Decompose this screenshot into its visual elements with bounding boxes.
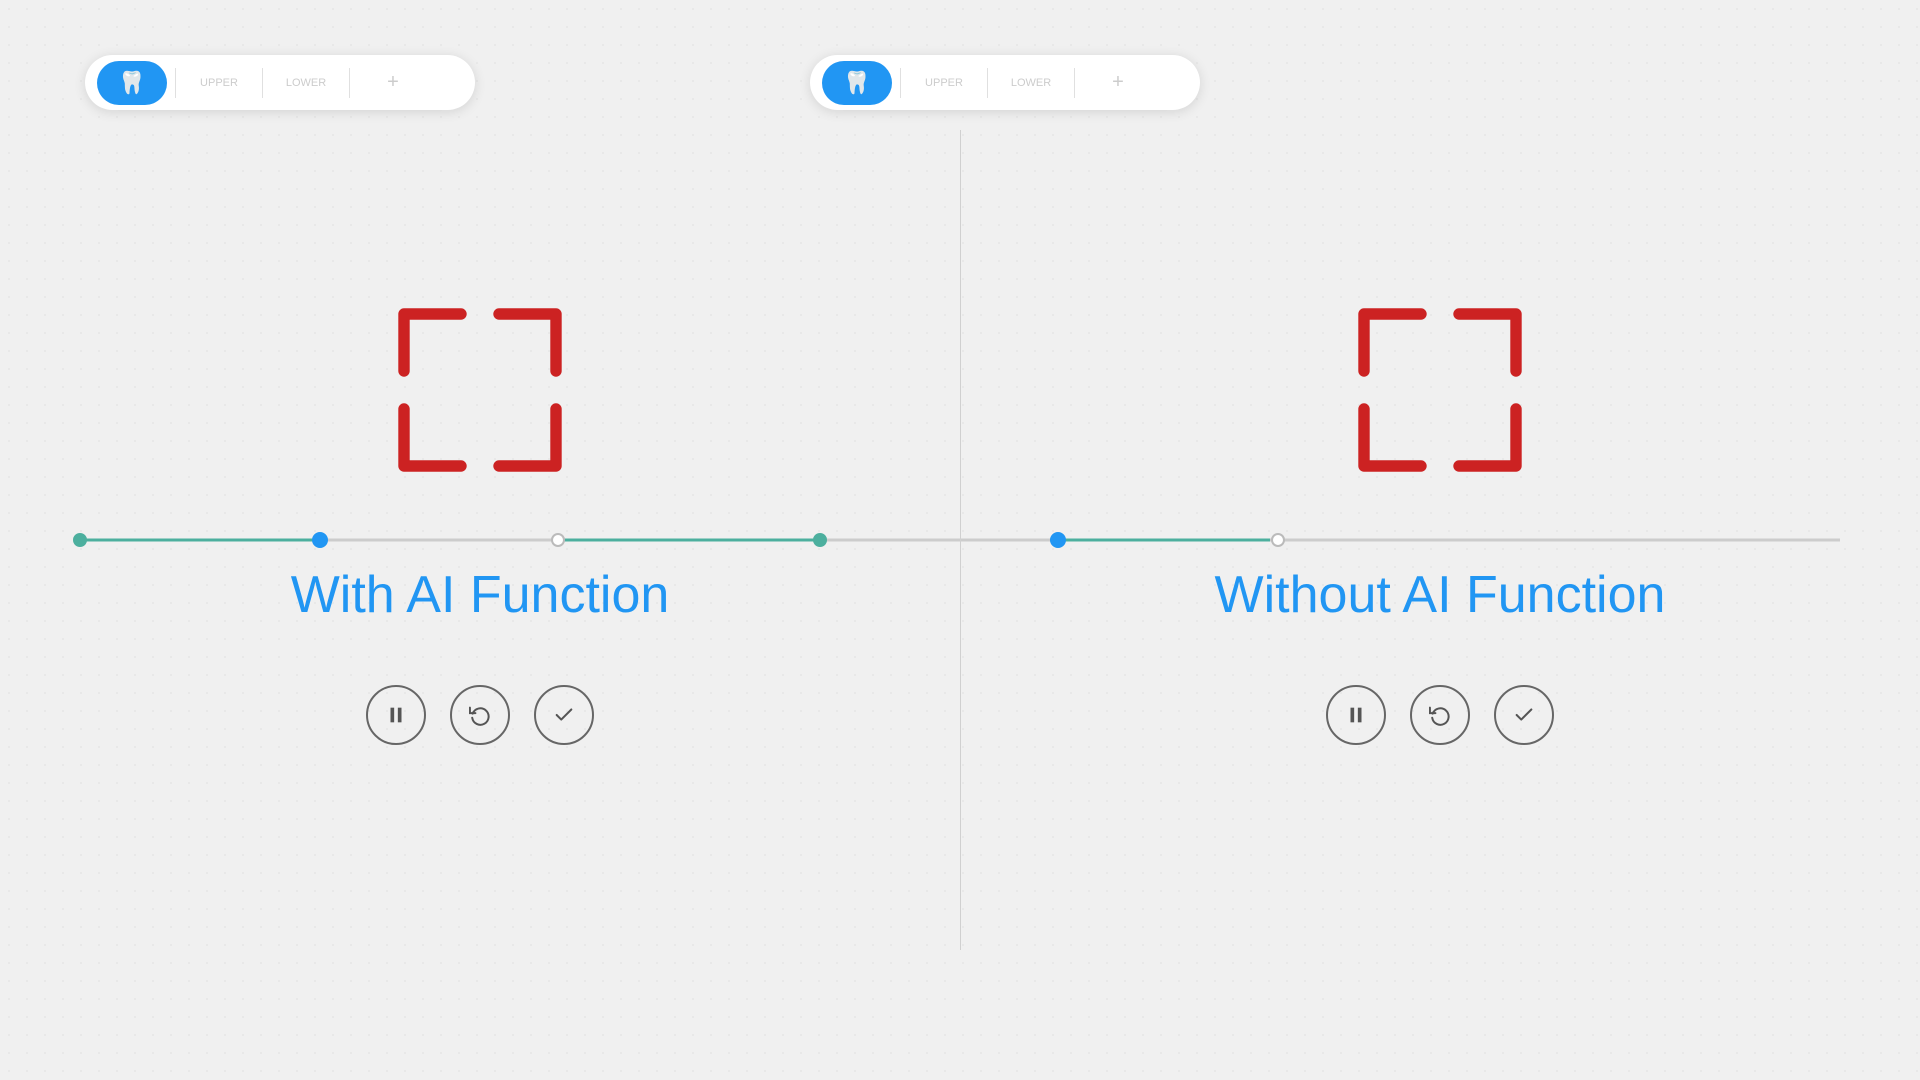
toolbar-right: 🦷 UPPER LOWER + bbox=[810, 55, 1200, 110]
refresh-icon-right bbox=[1429, 704, 1451, 726]
lower-btn-left[interactable]: LOWER bbox=[271, 61, 341, 105]
right-panel-label: Without AI Function bbox=[1215, 565, 1666, 625]
pause-btn-left[interactable] bbox=[366, 685, 426, 745]
divider-3 bbox=[349, 68, 350, 98]
divider-1 bbox=[175, 68, 176, 98]
tooth-btn-left[interactable]: 🦷 bbox=[97, 61, 167, 105]
tooth-icon-right: 🦷 bbox=[843, 70, 870, 96]
refresh-btn-right[interactable] bbox=[1410, 685, 1470, 745]
lower-btn-right[interactable]: LOWER bbox=[996, 61, 1066, 105]
pause-icon-right bbox=[1345, 704, 1367, 726]
divider-5 bbox=[987, 68, 988, 98]
check-icon-right bbox=[1513, 704, 1535, 726]
divider-6 bbox=[1074, 68, 1075, 98]
refresh-icon-left bbox=[469, 704, 491, 726]
check-icon-left bbox=[553, 704, 575, 726]
progress-dot-2[interactable] bbox=[312, 532, 328, 548]
progress-dot-5[interactable] bbox=[1050, 532, 1066, 548]
lower-label-right: LOWER bbox=[1011, 77, 1051, 89]
divider-2 bbox=[262, 68, 263, 98]
right-panel-controls bbox=[1326, 685, 1554, 745]
left-panel-label: With AI Function bbox=[291, 565, 670, 625]
left-panel-controls bbox=[366, 685, 594, 745]
upper-btn-left[interactable]: UPPER bbox=[184, 61, 254, 105]
progress-dot-3 bbox=[551, 533, 565, 547]
refresh-btn-left[interactable] bbox=[450, 685, 510, 745]
right-panel: Without AI Function bbox=[960, 130, 1920, 950]
pause-btn-right[interactable] bbox=[1326, 685, 1386, 745]
progress-dot-1 bbox=[73, 533, 87, 547]
lower-label-left: LOWER bbox=[286, 77, 326, 89]
tooth-icon-left: 🦷 bbox=[118, 70, 145, 96]
plus-btn-right[interactable]: + bbox=[1083, 61, 1153, 105]
tooth-btn-right[interactable]: 🦷 bbox=[822, 61, 892, 105]
pause-icon-left bbox=[385, 704, 407, 726]
plus-icon-left: + bbox=[387, 71, 399, 94]
progress-dot-6 bbox=[1271, 533, 1285, 547]
divider-4 bbox=[900, 68, 901, 98]
scan-frame-left bbox=[385, 295, 575, 485]
toolbar-left: 🦷 UPPER LOWER + bbox=[85, 55, 475, 110]
plus-btn-left[interactable]: + bbox=[358, 61, 428, 105]
progress-dot-4 bbox=[813, 533, 827, 547]
scan-frame-right bbox=[1345, 295, 1535, 485]
upper-label-right: UPPER bbox=[925, 77, 963, 89]
upper-btn-right[interactable]: UPPER bbox=[909, 61, 979, 105]
check-btn-right[interactable] bbox=[1494, 685, 1554, 745]
check-btn-left[interactable] bbox=[534, 685, 594, 745]
upper-label-left: UPPER bbox=[200, 77, 238, 89]
plus-icon-right: + bbox=[1112, 71, 1124, 94]
